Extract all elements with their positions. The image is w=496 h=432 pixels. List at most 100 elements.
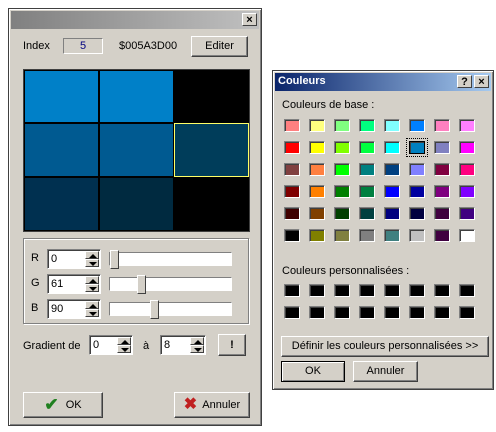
preview-cell[interactable] [99,123,174,177]
basic-color-swatch[interactable] [434,163,450,176]
color-preview-grid[interactable] [23,69,250,232]
custom-color-swatch[interactable] [359,284,375,297]
custom-color-swatch[interactable] [409,284,425,297]
preview-cell[interactable] [174,177,249,231]
channel-down-button[interactable] [85,309,99,317]
basic-color-swatch[interactable] [384,163,400,176]
basic-color-swatch[interactable] [384,229,400,242]
basic-color-swatch[interactable] [309,163,325,176]
basic-color-swatch[interactable] [334,185,350,198]
channel-up-button[interactable] [85,276,99,284]
basic-color-swatch[interactable] [409,163,425,176]
preview-cell[interactable] [24,70,99,123]
custom-color-swatch[interactable] [284,306,300,319]
preview-cell[interactable] [24,177,99,231]
edit-button[interactable]: Editer [191,36,248,57]
gradient-from-up-button[interactable] [117,337,131,345]
basic-color-swatch[interactable] [359,229,375,242]
basic-color-swatch[interactable] [284,207,300,220]
basic-color-swatch[interactable] [409,119,425,132]
basic-color-swatch[interactable] [384,119,400,132]
basic-color-swatch[interactable] [359,141,375,154]
preview-cell[interactable] [174,123,249,177]
preview-cell[interactable] [174,70,249,123]
custom-color-swatch[interactable] [284,284,300,297]
custom-color-swatch[interactable] [434,306,450,319]
basic-color-swatch[interactable] [359,163,375,176]
custom-color-swatch[interactable] [359,306,375,319]
channel-up-button[interactable] [85,301,99,309]
slider-thumb[interactable] [110,250,119,269]
basic-color-swatch[interactable] [334,163,350,176]
gradient-from-input[interactable]: 0 [89,335,133,355]
basic-color-swatch[interactable] [459,119,475,132]
channel-down-button[interactable] [85,284,99,292]
editor-cancel-button[interactable]: ✖ Annuler [174,392,250,418]
basic-color-swatch[interactable] [384,185,400,198]
gradient-to-up-button[interactable] [190,337,204,345]
colors-ok-button[interactable]: OK [281,361,345,382]
basic-color-swatch[interactable] [309,207,325,220]
custom-color-swatch[interactable] [459,284,475,297]
basic-color-swatch[interactable] [359,207,375,220]
basic-color-swatch[interactable] [334,119,350,132]
basic-color-swatch[interactable] [434,229,450,242]
custom-color-swatch[interactable] [409,306,425,319]
basic-color-swatch[interactable] [359,119,375,132]
channel-down-button[interactable] [85,259,99,267]
basic-color-swatch[interactable] [384,207,400,220]
preview-cell[interactable] [99,177,174,231]
gradient-to-down-button[interactable] [190,345,204,353]
basic-color-swatch[interactable] [459,185,475,198]
channel-slider-b[interactable] [109,300,232,319]
basic-color-swatch[interactable] [459,163,475,176]
custom-color-swatch[interactable] [309,306,325,319]
basic-color-swatch[interactable] [309,229,325,242]
colors-dialog-close-button[interactable]: × [474,75,489,88]
basic-color-swatch[interactable] [284,163,300,176]
slider-thumb[interactable] [150,300,159,319]
preview-cell[interactable] [24,123,99,177]
gradient-apply-button[interactable]: ! [218,334,246,356]
channel-slider-g[interactable] [109,275,232,294]
custom-color-swatch[interactable] [384,306,400,319]
custom-color-swatch[interactable] [334,306,350,319]
define-custom-colors-button[interactable]: Définir les couleurs personnalisées >> [281,336,489,357]
basic-color-swatch[interactable] [459,207,475,220]
basic-color-swatch[interactable] [434,185,450,198]
basic-color-swatch[interactable] [334,207,350,220]
basic-color-swatch[interactable] [409,207,425,220]
channel-slider-r[interactable] [109,250,232,269]
basic-color-swatch[interactable] [284,119,300,132]
slider-thumb[interactable] [137,275,146,294]
channel-up-button[interactable] [85,251,99,259]
custom-color-swatch[interactable] [459,306,475,319]
basic-color-swatch[interactable] [459,141,475,154]
basic-color-swatch[interactable] [309,119,325,132]
basic-color-swatch[interactable] [334,141,350,154]
custom-color-swatch[interactable] [309,284,325,297]
basic-color-swatch[interactable] [406,138,428,157]
basic-color-swatch[interactable] [409,185,425,198]
basic-color-swatch[interactable] [334,229,350,242]
basic-color-swatch[interactable] [284,229,300,242]
basic-color-swatch[interactable] [359,185,375,198]
basic-color-swatch[interactable] [309,141,325,154]
preview-cell[interactable] [99,70,174,123]
basic-color-swatch[interactable] [284,141,300,154]
custom-color-swatch[interactable] [334,284,350,297]
channel-input-b[interactable]: 90 [47,299,101,319]
help-button[interactable]: ? [457,75,472,88]
basic-color-swatch[interactable] [459,229,475,242]
basic-color-swatch[interactable] [409,229,425,242]
basic-color-swatch[interactable] [284,185,300,198]
basic-color-swatch[interactable] [434,141,450,154]
basic-color-swatch[interactable] [434,119,450,132]
channel-input-g[interactable]: 61 [47,274,101,294]
editor-close-button[interactable]: × [242,13,257,26]
custom-color-swatch[interactable] [384,284,400,297]
basic-color-swatch[interactable] [384,141,400,154]
gradient-from-down-button[interactable] [117,345,131,353]
gradient-to-input[interactable]: 8 [160,335,206,355]
basic-color-swatch[interactable] [434,207,450,220]
